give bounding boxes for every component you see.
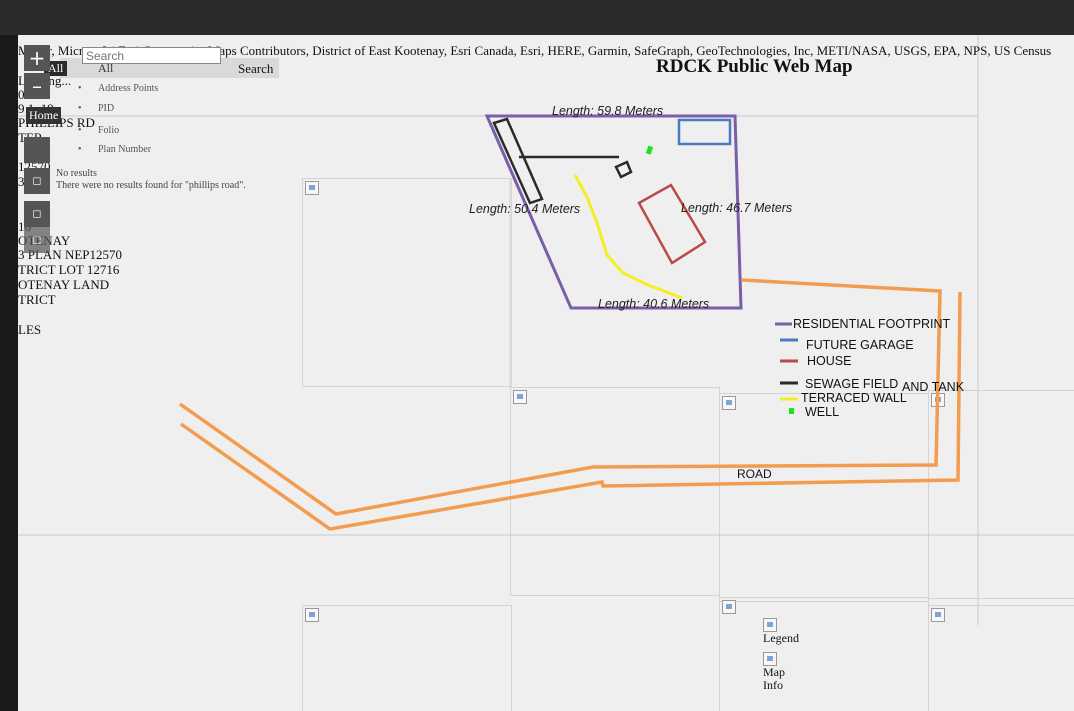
legend-label-tank: AND TANK	[902, 380, 965, 394]
home-button[interactable]: Home	[26, 107, 62, 124]
search-button[interactable]: Search	[238, 61, 273, 77]
legend-label-well: WELL	[805, 405, 840, 419]
measurement-right: Length: 46.7 Meters	[681, 201, 793, 215]
search-menu-item[interactable]: • Address Points	[78, 82, 278, 102]
legend-widget-label: Legend	[763, 631, 799, 645]
search-menu-item[interactable]: • Folio	[78, 124, 278, 144]
legend-label-wall: TERRACED WALL	[801, 391, 907, 405]
tank	[614, 160, 633, 179]
info-line: TRICT LOT 12716	[18, 262, 120, 277]
measurement-left: Length: 50.4 Meters	[469, 202, 581, 216]
map-info-label-2: Info	[763, 678, 783, 692]
no-results-message: There were no results found for "phillip…	[56, 180, 246, 191]
legend-label-garage: FUTURE GARAGE	[806, 338, 914, 352]
no-results-title: No results	[56, 168, 97, 179]
zoom-out-button[interactable]: –	[24, 73, 50, 99]
page-title: RDCK Public Web Map	[656, 56, 853, 77]
basemap-button[interactable]: ◻	[24, 227, 50, 253]
tool-button[interactable]	[24, 137, 50, 163]
broken-image-icon	[763, 652, 777, 666]
legend-widget[interactable]: Legend	[763, 618, 799, 645]
top-bar	[0, 0, 1074, 35]
legend-label-sewage: SEWAGE FIELD	[805, 377, 899, 391]
info-line: TRICT	[18, 292, 56, 307]
search-no-results: No results There were no results found f…	[56, 168, 246, 192]
legend-label-footprint: RESIDENTIAL FOOTPRINT	[793, 317, 951, 331]
legend-label-house: HOUSE	[807, 354, 852, 368]
terraced-wall	[573, 174, 683, 300]
well	[645, 145, 654, 155]
map-info-widget[interactable]: Map Info	[763, 652, 785, 692]
layers-button[interactable]: ◻	[24, 201, 50, 227]
map-view[interactable]: Length: 59.8 Meters Length: 50.4 Meters …	[18, 35, 1074, 711]
house	[637, 183, 707, 265]
future-garage	[677, 118, 732, 146]
search-menu-item[interactable]: • PID	[78, 102, 278, 122]
zoom-in-button[interactable]: +	[24, 45, 50, 71]
measurement-top: Length: 59.8 Meters	[552, 104, 664, 118]
measurement-bottom: Length: 40.6 Meters	[598, 297, 710, 311]
road-label: ROAD	[737, 467, 772, 481]
broken-image-icon	[763, 618, 777, 632]
left-edge	[0, 35, 18, 711]
info-line: LES	[18, 322, 42, 337]
info-line: OTENAY LAND	[18, 277, 110, 292]
search-input[interactable]	[82, 47, 221, 64]
search-menu-item[interactable]: • Plan Number	[78, 143, 278, 163]
legend-swatch-well	[789, 408, 794, 414]
locate-button[interactable]: ◻	[24, 168, 50, 194]
